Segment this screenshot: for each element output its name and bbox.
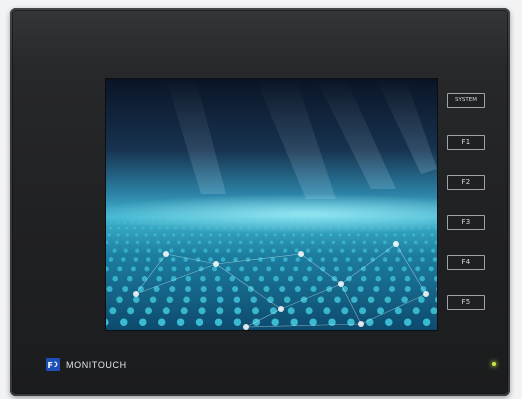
- status-led: [492, 362, 496, 366]
- bezel-gloss: [10, 8, 510, 68]
- screen-wallpaper: [106, 79, 437, 330]
- f1-key[interactable]: F1: [447, 135, 485, 150]
- f4-key[interactable]: F4: [447, 255, 485, 270]
- f5-key[interactable]: F5: [447, 295, 485, 310]
- brand-name: MONITOUCH: [66, 359, 127, 370]
- brand-logo: F MONITOUCH: [46, 358, 127, 371]
- system-key[interactable]: SYSTEM: [447, 93, 485, 108]
- svg-text:F: F: [48, 361, 53, 370]
- touch-screen[interactable]: [105, 78, 438, 331]
- function-key-column: SYSTEM F1 F2 F3 F4 F5: [447, 93, 485, 313]
- f3-key[interactable]: F3: [447, 215, 485, 230]
- fuji-electric-logo-icon: F: [46, 358, 60, 371]
- f2-key[interactable]: F2: [447, 175, 485, 190]
